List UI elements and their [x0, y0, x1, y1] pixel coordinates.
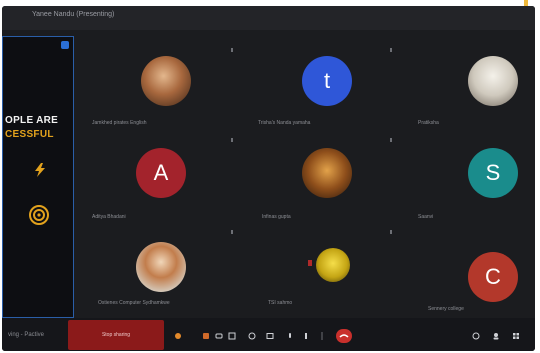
participants-icon[interactable] [228, 332, 236, 340]
participant-photo [141, 56, 191, 106]
people-icon[interactable] [492, 332, 500, 340]
shared-screen-panel[interactable]: OPLE ARE CESSFUL [2, 36, 74, 318]
participant-avatar: S [468, 148, 518, 198]
participant-name: TSI sahmo [268, 300, 293, 306]
participant-avatar: C [468, 252, 518, 302]
info-icon[interactable] [472, 332, 480, 340]
separator-icon [321, 332, 323, 340]
participant-photo [302, 148, 352, 198]
window-title: Yanee Nandu (Presenting) [32, 11, 115, 18]
avatar-letter: C [485, 264, 501, 289]
chat-icon[interactable] [215, 332, 223, 340]
meeting-controls-bar: ving - Pactive Stop sharing [2, 318, 535, 351]
meeting-window: Yanee Nandu (Presenting) OPLE ARE CESSFU… [2, 6, 535, 351]
participant-tile[interactable]: Ostienes Computer Sydhamkwe [86, 230, 236, 318]
tile-indicator [231, 230, 233, 234]
tile-indicator [390, 48, 392, 52]
present-icon[interactable] [266, 332, 274, 340]
participant-name: Sennery college [428, 306, 464, 312]
participant-tile[interactable]: t Trisha's Nanda yamaha [242, 48, 392, 136]
end-call-button[interactable] [336, 329, 352, 343]
avatar-letter: S [485, 160, 501, 185]
participant-photo [136, 242, 186, 292]
target-icon [29, 205, 49, 225]
participant-avatar: A [136, 148, 186, 198]
participant-tile[interactable]: Jamkhed pirates English [86, 48, 236, 136]
participant-photo [468, 56, 518, 106]
reactions-icon[interactable] [202, 332, 210, 340]
end-call-icon [339, 334, 349, 338]
apps-icon[interactable] [248, 332, 256, 340]
hand-raise-icon[interactable] [174, 332, 182, 340]
participant-avatar: t [302, 56, 352, 106]
mic-icon[interactable] [286, 332, 294, 340]
shared-slide-text-line-1: OPLE ARE [5, 115, 59, 126]
photo-background: Yanee Nandu (Presenting) OPLE ARE CESSFU… [0, 0, 540, 353]
title-bar: Yanee Nandu (Presenting) [2, 6, 535, 30]
shared-slide-text-line-2: CESSFUL [5, 129, 54, 140]
participant-photo [316, 248, 350, 282]
tile-indicator [231, 48, 233, 52]
pin-icon[interactable] [61, 41, 69, 49]
participant-name: Infinas gupta [262, 214, 291, 220]
participant-tile[interactable]: Pratiksha [412, 48, 535, 136]
tile-indicator [390, 230, 392, 234]
participant-tile[interactable]: Infinas gupta [242, 138, 392, 226]
stop-sharing-button[interactable]: Stop sharing [68, 320, 164, 350]
stop-sharing-label: Stop sharing [101, 332, 131, 338]
participant-name: Pratiksha [418, 120, 439, 126]
participant-name: Saanvi [418, 214, 434, 220]
lightning-bolt-icon [35, 163, 45, 177]
participant-tile[interactable]: TSI sahmo [242, 230, 392, 318]
avatar-letter: A [153, 160, 169, 185]
participant-name: Jamkhed pirates English [92, 120, 147, 126]
meeting-status-text: ving - Pactive [8, 332, 45, 338]
more-icon[interactable] [302, 332, 310, 340]
participant-tile[interactable]: C Sennery college [412, 230, 535, 318]
grid-icon[interactable] [512, 332, 520, 340]
tile-indicator [231, 138, 233, 142]
participant-tile[interactable]: A Aditya Bhadani [86, 138, 236, 226]
participant-name: Ostienes Computer Sydhamkwe [98, 300, 170, 306]
participant-name: Trisha's Nanda yamaha [258, 120, 311, 126]
participant-tile[interactable]: S Saanvi [412, 138, 535, 226]
participant-name: Aditya Bhadani [92, 214, 126, 220]
avatar-letter: t [323, 68, 331, 93]
mic-muted-indicator [308, 260, 312, 266]
tile-indicator [390, 138, 392, 142]
